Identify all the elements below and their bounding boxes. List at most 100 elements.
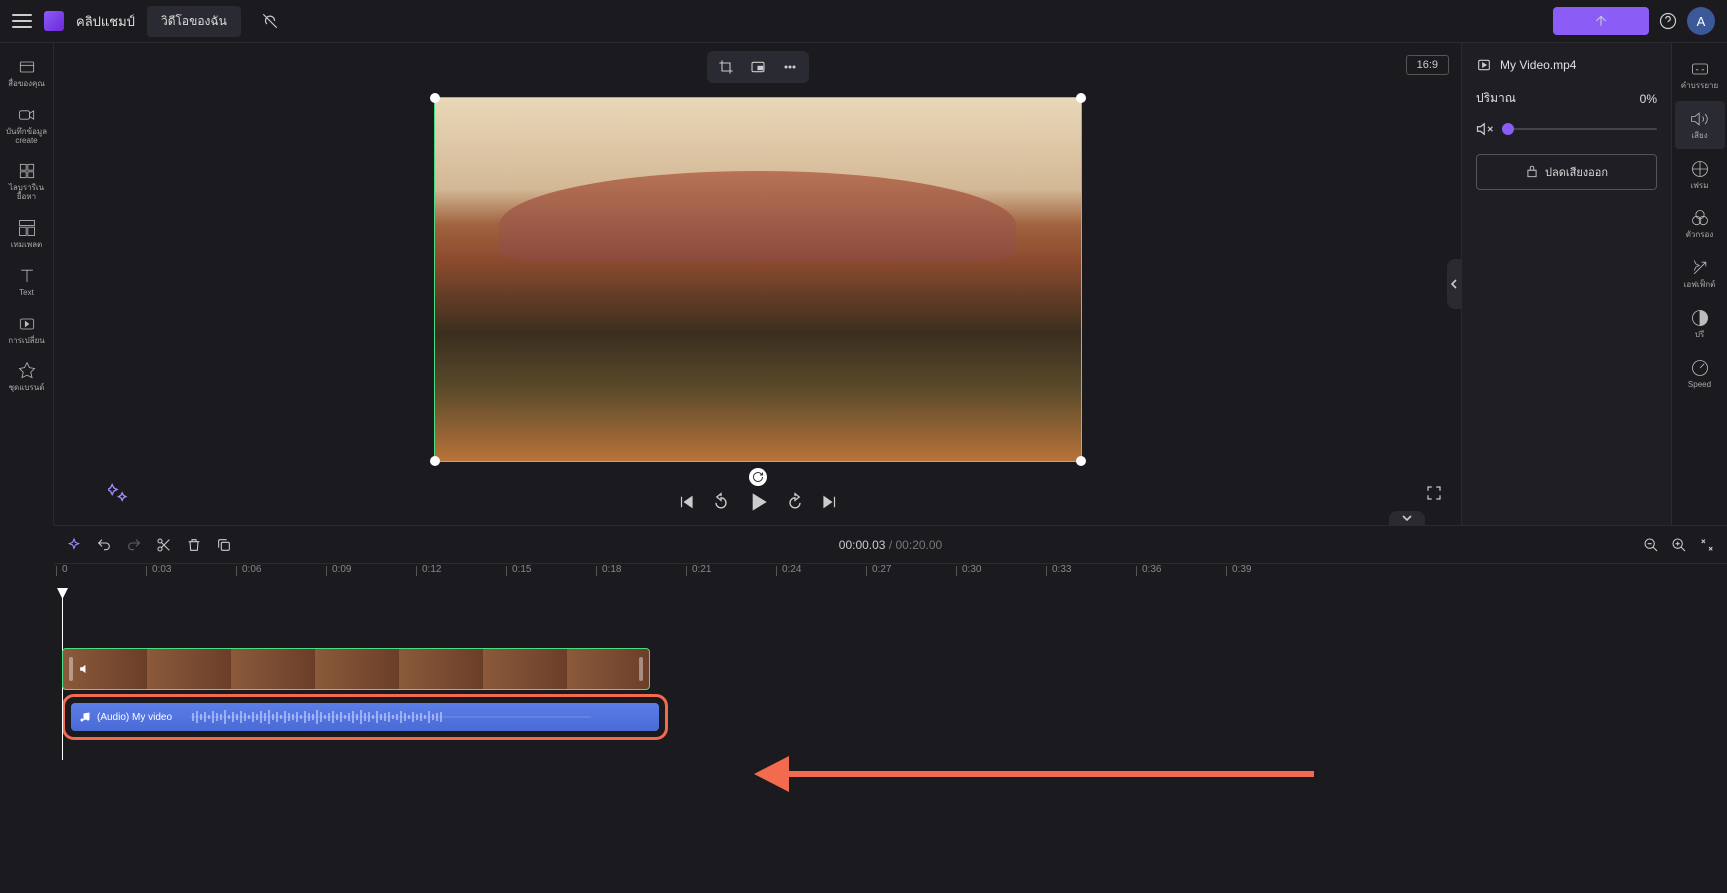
ruler-tick: 0:39 [1232, 564, 1251, 575]
rsidebar-item-audio[interactable]: เสียง [1675, 101, 1725, 149]
resize-handle-bl[interactable] [430, 456, 440, 466]
sidebar-item-label: Text [19, 289, 34, 298]
undo-button[interactable] [96, 537, 112, 553]
resize-handle-tl[interactable] [430, 93, 440, 103]
clip-trim-left[interactable] [69, 657, 73, 681]
music-note-icon [79, 711, 91, 723]
magic-enhance-button[interactable] [108, 482, 128, 507]
right-sidebar: คำบรรยาย เสียง เฟรม ตัวกรอง เอฟเฟ็กต์ ปร… [1671, 43, 1727, 525]
sidebar-item-label: การเปลี่ยน [8, 337, 45, 346]
audio-highlight-annotation: (Audio) My video [62, 694, 668, 740]
ruler-tick: 0:12 [422, 564, 441, 575]
clip-audio-icon [79, 662, 93, 676]
detach-audio-label: ปลดเสียงออก [1545, 163, 1608, 181]
fullscreen-button[interactable] [1425, 484, 1443, 507]
user-avatar[interactable]: A [1687, 7, 1715, 35]
ruler-tick: 0:18 [602, 564, 621, 575]
sidebar-item-brand[interactable]: ชุดแบรนด์ [3, 355, 51, 399]
rotate-handle[interactable] [749, 468, 767, 486]
rsidebar-item-label: เอฟเฟ็กต์ [1684, 281, 1716, 290]
sidebar-item-label: ชุดแบรนด์ [9, 384, 45, 393]
left-sidebar: สื่อของคุณ บันทึกข้อมูล create ไลบรารีเน… [0, 43, 54, 525]
rsidebar-item-label: ตัวกรอง [1686, 231, 1714, 240]
skip-end-button[interactable] [821, 493, 839, 511]
zoom-out-button[interactable] [1643, 537, 1659, 553]
rsidebar-item-filters[interactable]: ตัวกรอง [1675, 200, 1725, 248]
play-button[interactable] [747, 491, 769, 513]
properties-panel: My Video.mp4 ปริมาณ 0% ปลดเสียงออก [1461, 43, 1671, 525]
help-icon[interactable] [1659, 12, 1677, 30]
ruler-tick: 0:24 [782, 564, 801, 575]
rsidebar-item-captions[interactable]: คำบรรยาย [1675, 51, 1725, 99]
aspect-ratio-button[interactable]: 16:9 [1406, 55, 1449, 75]
ruler-tick: 0:27 [872, 564, 891, 575]
rsidebar-item-label: เสียง [1691, 132, 1707, 141]
ruler-tick: 0:30 [962, 564, 981, 575]
sidebar-item-text[interactable]: Text [3, 260, 51, 304]
split-button[interactable] [156, 537, 172, 553]
sidebar-item-record[interactable]: บันทึกข้อมูล create [3, 99, 51, 152]
sidebar-item-label: เทมเพลต [11, 241, 42, 250]
duplicate-button[interactable] [216, 537, 232, 553]
clip-trim-right[interactable] [639, 657, 643, 681]
sidebar-item-library[interactable]: ไลบรารีเน ยื้อหา [3, 155, 51, 208]
current-time: 00:00.03 [839, 538, 886, 552]
resize-handle-tr[interactable] [1076, 93, 1086, 103]
export-button[interactable] [1553, 7, 1649, 35]
delete-button[interactable] [186, 537, 202, 553]
crop-tool[interactable] [711, 55, 741, 79]
video-file-icon [1476, 57, 1492, 73]
arrow-annotation [754, 754, 1314, 794]
volume-label: ปริมาณ [1476, 89, 1516, 108]
mute-icon[interactable] [1476, 120, 1494, 138]
redo-button[interactable] [126, 537, 142, 553]
rsidebar-item-frame[interactable]: เฟรม [1675, 151, 1725, 199]
sidebar-item-media[interactable]: สื่อของคุณ [3, 51, 51, 95]
preview-area: 16:9 [54, 43, 1461, 525]
hamburger-menu[interactable] [12, 14, 32, 28]
ai-tool[interactable] [66, 537, 82, 553]
timeline-ruler[interactable]: 00:030:060:090:120:150:180:210:240:270:3… [54, 564, 1727, 588]
my-videos-tab[interactable]: วิดีโอของฉัน [147, 6, 241, 37]
rsidebar-item-speed[interactable]: Speed [1675, 350, 1725, 398]
sidebar-item-templates[interactable]: เทมเพลต [3, 212, 51, 256]
rsidebar-item-label: ปรี [1695, 331, 1704, 340]
collapse-right-panel-handle[interactable] [1447, 259, 1461, 309]
canvas-wrap [434, 97, 1082, 462]
app-logo-icon [44, 11, 64, 31]
audio-clip-label: (Audio) My video [97, 712, 172, 723]
zoom-fit-button[interactable] [1699, 537, 1715, 553]
rsidebar-item-label: Speed [1688, 381, 1711, 390]
volume-slider[interactable] [1502, 128, 1657, 130]
resize-handle-br[interactable] [1076, 456, 1086, 466]
audio-clip[interactable]: (Audio) My video [71, 703, 659, 731]
sync-off-icon[interactable] [261, 12, 279, 30]
pip-tool[interactable] [743, 55, 773, 79]
ruler-tick: 0:21 [692, 564, 711, 575]
video-canvas[interactable] [434, 97, 1082, 462]
timeline-tracks: (Audio) My video [54, 588, 1727, 760]
app-name: คลิปแชมป์ [76, 11, 135, 32]
clip-filename: My Video.mp4 [1500, 58, 1576, 72]
zoom-in-button[interactable] [1671, 537, 1687, 553]
volume-value: 0% [1640, 92, 1657, 106]
timeline-area: 00:00.03 / 00:20.00 00:030:060:090:120:1… [54, 525, 1727, 893]
audio-waveform [191, 709, 591, 725]
ruler-tick: 0:15 [512, 564, 531, 575]
rewind-button[interactable] [711, 492, 731, 512]
sidebar-item-label: ไลบรารีเน ยื้อหา [5, 184, 49, 202]
ruler-tick: 0:03 [152, 564, 171, 575]
more-tools[interactable] [775, 55, 805, 79]
ruler-tick: 0 [62, 564, 68, 575]
video-clip[interactable] [62, 648, 650, 690]
forward-button[interactable] [785, 492, 805, 512]
volume-slider-thumb[interactable] [1502, 123, 1514, 135]
rsidebar-item-effects[interactable]: เอฟเฟ็กต์ [1675, 250, 1725, 298]
rsidebar-item-adjust[interactable]: ปรี [1675, 300, 1725, 348]
rsidebar-item-label: คำบรรยาย [1681, 82, 1718, 91]
collapse-preview-handle[interactable] [1389, 511, 1425, 525]
ruler-tick: 0:09 [332, 564, 351, 575]
skip-start-button[interactable] [677, 493, 695, 511]
sidebar-item-transitions[interactable]: การเปลี่ยน [3, 308, 51, 352]
detach-audio-button[interactable]: ปลดเสียงออก [1476, 154, 1657, 190]
